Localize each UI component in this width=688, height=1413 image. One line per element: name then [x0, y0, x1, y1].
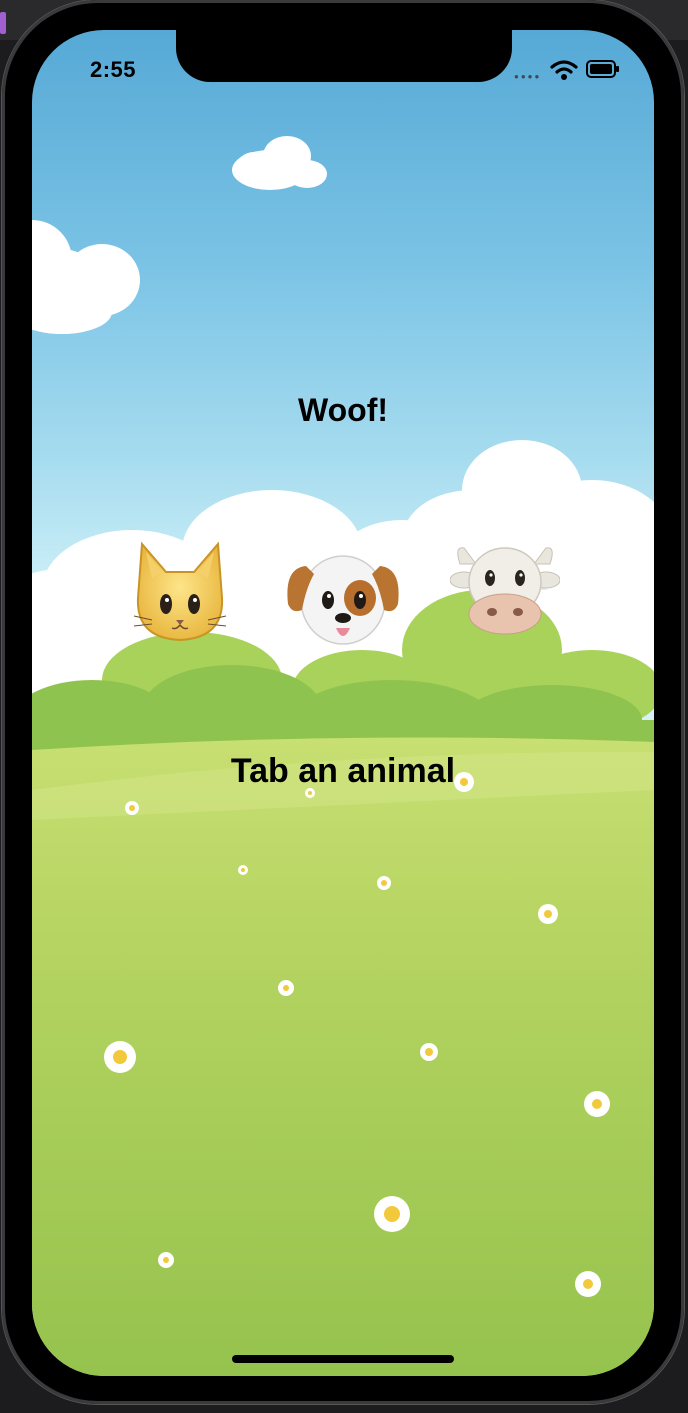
- cow-icon: [449, 547, 561, 635]
- background-scene: [32, 136, 654, 1376]
- sound-label: Woof!: [297, 392, 389, 428]
- status-icons: ●●●●: [514, 58, 624, 82]
- cow-button[interactable]: [449, 540, 561, 640]
- battery-icon: [586, 60, 619, 78]
- device-notch: [176, 30, 512, 82]
- dog-button[interactable]: [284, 548, 402, 648]
- cloud-small: [232, 136, 327, 190]
- cloud-left: [32, 220, 140, 334]
- app-screen: Woof! Tab an animal: [32, 30, 654, 1376]
- simulator-badge: [0, 12, 6, 34]
- dog-icon: [287, 555, 399, 645]
- phone-frame: Woof! Tab an animal 2:55 ●●●●: [2, 0, 684, 1404]
- cat-icon: [133, 541, 227, 642]
- home-indicator[interactable]: [232, 1355, 454, 1363]
- instruction-text: Tab an animal: [230, 752, 456, 790]
- cat-button[interactable]: [132, 538, 228, 644]
- wifi-icon: [550, 60, 578, 80]
- status-time: 2:55: [90, 57, 137, 82]
- signal-dots-icon: ●●●●: [514, 72, 542, 81]
